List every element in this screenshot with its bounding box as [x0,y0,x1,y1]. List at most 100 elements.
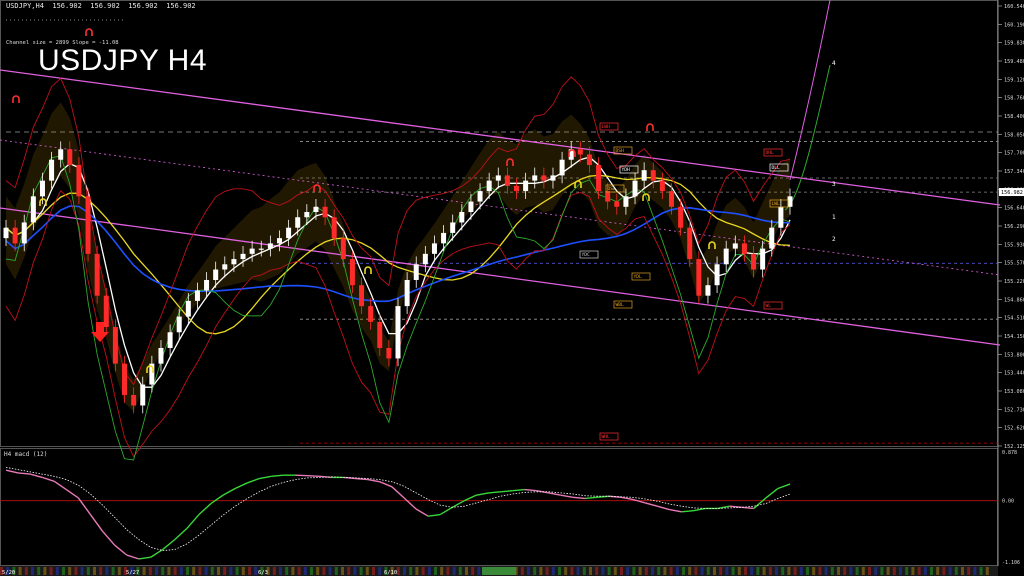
candle-body [122,363,128,396]
macd-main-segment [259,475,272,480]
date-strip-cell [905,567,909,575]
date-strip-cell [192,567,196,575]
candle-body [441,232,447,244]
candle-body [577,149,583,155]
price-chart-svg: LWH DSH DSL YDH YDL WBL DHL DLL LWL WL WHL YDC 1 2 3 4… [0,0,1024,576]
date-strip-cell [539,567,543,575]
candle-body [286,227,292,239]
candle-body [450,222,456,233]
date-strip-cell [80,567,84,575]
candle-body [605,191,611,202]
candle-body [295,217,301,228]
wave-marker-3: 3 [832,181,836,188]
date-strip-cell [272,567,276,575]
date-strip-cell [18,567,22,575]
macd-main-segment [584,496,598,500]
date-strip-cell [775,567,778,575]
macd-main-segment [162,538,176,551]
date-strip-cell [409,567,413,575]
date-strip-cell [725,567,729,575]
date-strip-cell [551,567,555,575]
date-strip-cell [762,567,766,575]
candle-body [678,206,684,228]
date-strip-cell [415,567,419,575]
date-strip-cell [688,567,692,575]
date-strip-cell [923,567,927,575]
date-strip-cell [49,567,53,575]
price-tick-label: 156.290 [1004,224,1024,230]
wave-marker-1: 1 [832,214,836,221]
candle-body [231,259,237,265]
date-strip-cell [111,567,115,575]
candle-body [94,253,100,296]
date-strip-cell [886,567,890,575]
current-price-label: 156.982 [1001,190,1023,196]
candle-body [632,180,638,197]
candle-body [30,196,36,223]
date-strip-cell [930,567,933,575]
date-strip-cell [285,567,289,575]
macd-main-segment [403,497,417,510]
level-label-text: YDC [582,252,591,258]
date-strip-cell [173,567,177,575]
date-strip-cell [756,567,760,575]
fractal-symbol [85,28,93,36]
candle-body [213,269,219,280]
level-label-text: YDH [622,167,631,173]
date-strip-cell [328,567,332,575]
level-label-text: WBL [616,302,625,308]
date-strip-cell [372,567,375,575]
price-tick-label: 154.860 [1004,297,1024,303]
date-label: 5/20 [2,570,15,576]
candle-body [249,248,255,254]
macd-main-segment [645,502,658,507]
date-strip-cell [954,567,958,575]
candle-body [504,175,510,186]
level-label-text: DSH [616,148,625,154]
date-strip-cell [458,567,462,575]
macd-signal-line [5,467,791,552]
candle-body [331,217,337,239]
macd-main-segment [572,496,586,500]
date-strip-cell [117,567,121,575]
macd-main-segment [657,505,670,511]
candle-body [158,347,164,364]
candle-body [322,206,328,218]
candle-body [769,227,775,249]
candle-body [668,191,674,207]
date-strip-cell [657,567,661,575]
macd-main-segment [126,554,139,560]
date-strip-cell [806,567,809,575]
macd-main-segment [355,477,368,481]
date-strip-cell [936,567,940,575]
date-strip-cell [979,567,983,575]
candle-body [204,279,210,291]
macd-main-segment [428,513,441,517]
date-strip-cell [527,567,530,575]
date-strip-cell [824,567,828,575]
date-strip-cell [812,567,816,575]
candle-body [39,180,45,197]
fractal-symbol [646,123,654,131]
chart-window[interactable]: USDJPY,H4 156.902 156.902 156.902 156.90… [0,0,1024,576]
date-label: 5/27 [126,570,139,576]
macd-main-segment [488,491,501,494]
candle-body [12,227,18,244]
date-strip-cell [626,567,630,575]
price-tick-label: 152.620 [1004,426,1024,432]
price-tick-label: 156.640 [1004,206,1024,212]
date-strip-cell [235,567,239,575]
candle-body [103,295,109,328]
candle-body [267,243,273,249]
date-strip-cell [793,567,797,575]
date-strip-cell [365,567,369,575]
date-strip-cell [322,567,326,575]
date-strip-cell [675,567,679,575]
date-strip-cell [31,567,34,575]
price-tick-label: 154.510 [1004,316,1024,322]
date-strip-cell [279,567,282,575]
macd-main-segment [476,492,489,496]
price-tick-label: 157.700 [1004,151,1024,157]
macd-main-segment [114,544,128,556]
macd-main-segment [307,475,320,477]
